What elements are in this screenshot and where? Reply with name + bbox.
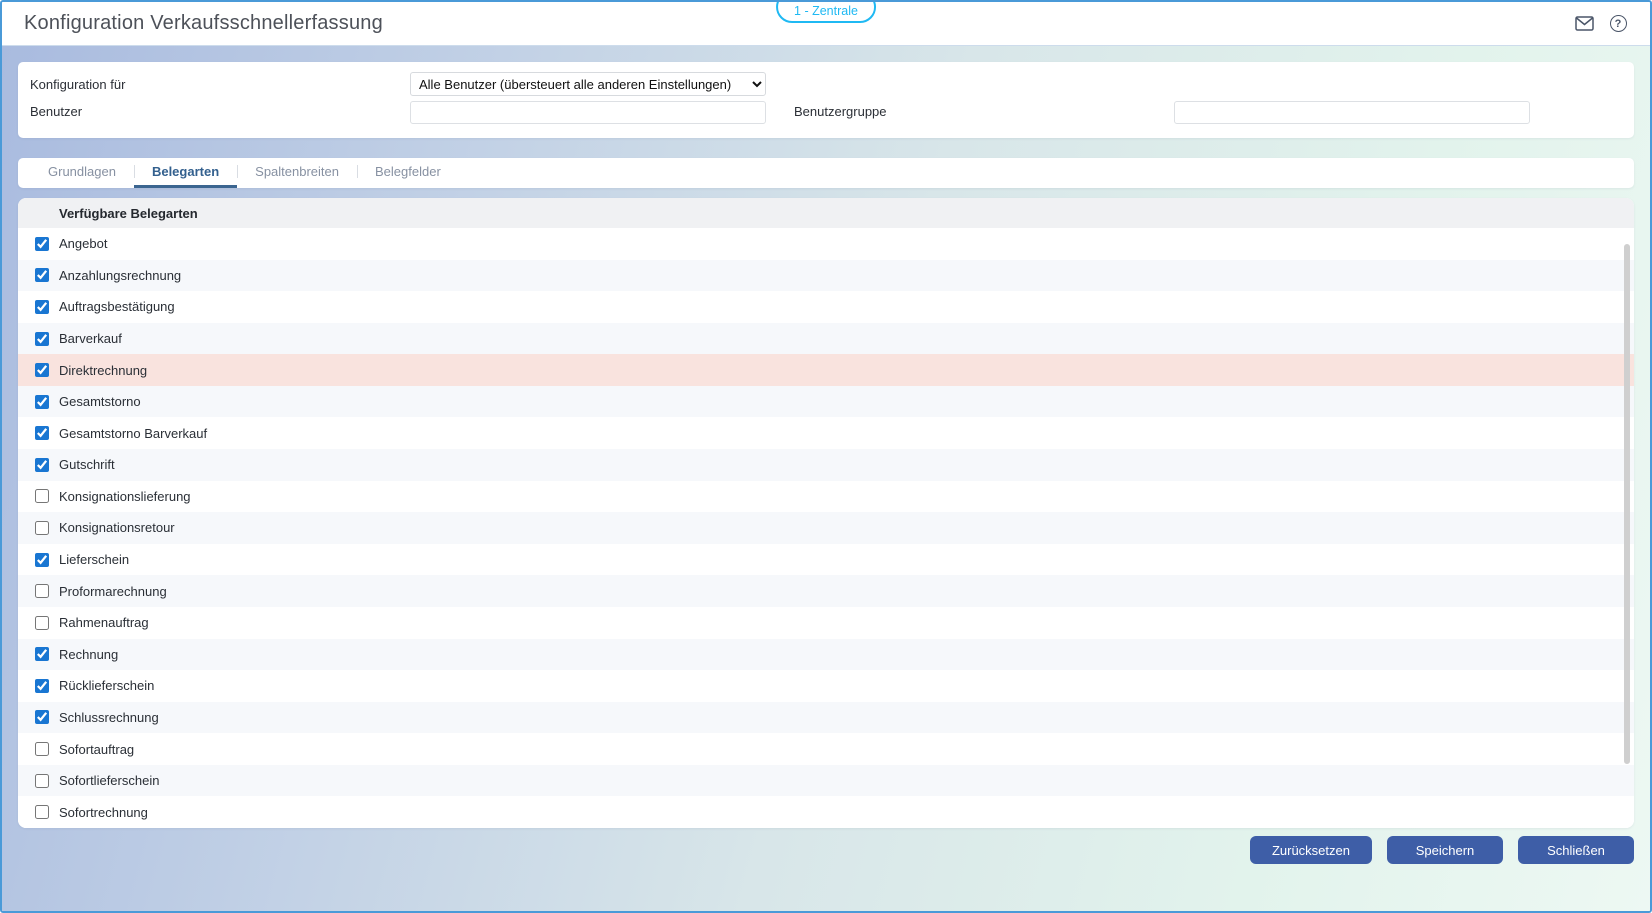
- help-glyph: ?: [1609, 15, 1627, 32]
- row-checkbox[interactable]: [35, 742, 49, 757]
- row-label: Gesamtstorno Barverkauf: [59, 425, 208, 441]
- content-area: Konfiguration für Alle Benutzer (überste…: [2, 46, 1650, 911]
- list-item-row[interactable]: Direktrechnung: [18, 354, 1634, 386]
- vertical-scrollbar[interactable]: [1624, 244, 1630, 764]
- row-checkbox[interactable]: [35, 363, 49, 378]
- list-item-row[interactable]: Proformarechnung: [18, 575, 1634, 607]
- row-checkbox[interactable]: [35, 552, 49, 567]
- list-item-row[interactable]: Rücklieferschein: [18, 670, 1634, 702]
- row-label: Gutschrift: [59, 457, 115, 473]
- benutzergruppe-label: Benutzergruppe: [794, 104, 887, 119]
- tab-belegarten[interactable]: Belegarten: [133, 158, 238, 188]
- row-label: Barverkauf: [59, 331, 122, 347]
- row-checkbox[interactable]: [35, 773, 49, 788]
- row-label: Gesamtstorno: [59, 394, 141, 410]
- station-badge[interactable]: 1 - Zentrale: [776, 2, 876, 23]
- mail-icon[interactable]: [1574, 14, 1594, 34]
- list-item-row[interactable]: Gutschrift: [18, 449, 1634, 481]
- row-label: Anzahlungsrechnung: [59, 267, 182, 283]
- row-label: Sofortauftrag: [59, 741, 135, 757]
- benutzer-label: Benutzer: [30, 104, 83, 119]
- tab-bar: Grundlagen Belegarten Spaltenbreiten Belegf…: [18, 158, 1634, 188]
- row-label: Rücklieferschein: [59, 678, 155, 694]
- row-checkbox[interactable]: [35, 584, 49, 599]
- row-checkbox[interactable]: [35, 236, 49, 251]
- row-label: Lieferschein: [59, 552, 130, 568]
- row-checkbox[interactable]: [35, 426, 49, 441]
- list-item-row[interactable]: Auftragsbestätigung: [18, 291, 1634, 323]
- list-item-row[interactable]: Gesamtstorno: [18, 385, 1634, 418]
- tab-belegfelder[interactable]: Belegfelder: [357, 158, 459, 188]
- list-item-row[interactable]: Schlussrechnung: [18, 701, 1634, 734]
- row-label: Sofortlieferschein: [59, 773, 160, 789]
- row-label: Konsignationsretour: [59, 520, 175, 536]
- row-label: Angebot: [59, 236, 108, 252]
- document-types-panel: Verfügbare Belegarten Angebot Anzahlungsr…: [18, 198, 1634, 828]
- row-checkbox[interactable]: [35, 520, 49, 535]
- row-checkbox[interactable]: [35, 647, 49, 662]
- tab-spaltenbreiten[interactable]: Spaltenbreiten: [237, 158, 357, 188]
- row-checkbox[interactable]: [35, 457, 49, 472]
- row-checkbox[interactable]: [35, 489, 49, 504]
- list-item-row[interactable]: Gesamtstorno Barverkauf: [18, 417, 1634, 450]
- konfiguration-fuer-label: Konfiguration für: [30, 77, 126, 92]
- schliessen-button[interactable]: Schließen: [1518, 836, 1634, 864]
- row-checkbox[interactable]: [35, 805, 49, 820]
- row-label: Rahmenauftrag: [59, 615, 149, 631]
- konfiguration-fuer-select[interactable]: Alle Benutzer (übersteuert alle anderen …: [410, 72, 766, 96]
- row-checkbox[interactable]: [35, 394, 49, 409]
- page-title: Konfiguration Verkaufsschnellerfassung: [24, 12, 383, 34]
- list-header: Verfügbare Belegarten: [18, 198, 1634, 228]
- list-item-row[interactable]: Rechnung: [18, 638, 1634, 671]
- tab-grundlagen[interactable]: Grundlagen: [30, 158, 134, 188]
- row-checkbox[interactable]: [35, 299, 49, 314]
- row-label: Schlussrechnung: [59, 709, 159, 725]
- list-item-row[interactable]: Sofortlieferschein: [18, 764, 1634, 797]
- row-checkbox[interactable]: [35, 710, 49, 725]
- list-item-row[interactable]: Rahmenauftrag: [18, 606, 1634, 639]
- row-label: Auftragsbestätigung: [59, 299, 175, 315]
- row-checkbox[interactable]: [35, 331, 49, 346]
- config-card: Konfiguration für Alle Benutzer (überste…: [18, 62, 1634, 138]
- list-item-row[interactable]: Angebot: [18, 228, 1634, 260]
- row-checkbox[interactable]: [35, 268, 49, 283]
- row-label: Direktrechnung: [59, 362, 148, 378]
- window: Konfiguration Verkaufsschnellerfassung 1…: [0, 0, 1652, 913]
- row-label: Sofortrechnung: [59, 804, 148, 820]
- list-item-row[interactable]: Anzahlungsrechnung: [18, 259, 1634, 292]
- benutzergruppe-input[interactable]: [1174, 101, 1530, 124]
- list-item-row[interactable]: Barverkauf: [18, 322, 1634, 355]
- benutzer-input[interactable]: [410, 101, 766, 124]
- row-checkbox[interactable]: [35, 678, 49, 693]
- help-icon[interactable]: ?: [1608, 14, 1628, 34]
- row-label: Konsignationslieferung: [59, 488, 191, 504]
- row-label: Rechnung: [59, 646, 119, 662]
- titlebar: Konfiguration Verkaufsschnellerfassung 1…: [2, 2, 1650, 46]
- zuruecksetzen-button[interactable]: Zurücksetzen: [1249, 836, 1372, 864]
- footer-buttons: Zurücksetzen Speichern Schließen: [18, 836, 1634, 864]
- list-item-row[interactable]: Lieferschein: [18, 543, 1634, 576]
- list-item-row[interactable]: Sofortrechnung: [18, 796, 1634, 828]
- list-rows: Angebot Anzahlungsrechnung Auftragsbestäti…: [18, 228, 1634, 828]
- titlebar-icons: ?: [1574, 14, 1628, 34]
- list-item-row[interactable]: Sofortauftrag: [18, 733, 1634, 765]
- list-item-row[interactable]: Konsignationslieferung: [18, 480, 1634, 513]
- list-item-row[interactable]: Konsignationsretour: [18, 512, 1634, 544]
- speichern-button[interactable]: Speichern: [1387, 836, 1503, 864]
- row-label: Proformarechnung: [59, 583, 167, 599]
- row-checkbox[interactable]: [35, 615, 49, 630]
